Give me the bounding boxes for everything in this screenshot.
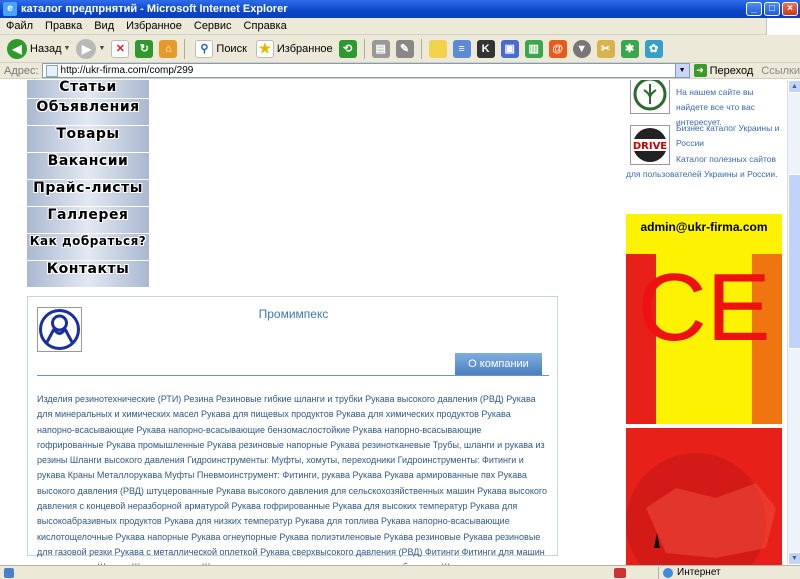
k-icon[interactable]: K: [476, 39, 495, 58]
banner-map-shapes: [626, 453, 776, 565]
wheat-emblem-icon: [633, 80, 667, 111]
nav-item-articles[interactable]: Статьи: [27, 80, 149, 98]
standard-toolbar: ◀ Назад ▼ ▶ ▼ ✕ ↻ ⌂ ⚲ Поиск ★ Избранное …: [0, 35, 800, 63]
address-bar: Адрес: http://ukr-firma.com/comp/299 ▼ ➜…: [0, 63, 800, 79]
ie-app-icon: e: [3, 2, 17, 16]
search-icon: ⚲: [195, 39, 214, 58]
scroll-thumb[interactable]: [788, 174, 800, 349]
back-arrow-icon: ◀: [7, 38, 27, 59]
vertical-scrollbar[interactable]: ▲ ▼: [787, 80, 800, 565]
company-description: Изделия резинотехнические (РТИ) Резина Р…: [37, 394, 547, 565]
security-zone: Интернет: [658, 566, 800, 579]
company-logo: [37, 307, 82, 352]
address-url[interactable]: http://ukr-firma.com/comp/299: [61, 65, 675, 76]
favorites-label: Избранное: [276, 42, 333, 55]
menu-item-edit[interactable]: Правка: [39, 20, 88, 32]
nav-item-directions[interactable]: Как добраться?: [27, 234, 149, 260]
forward-dropdown-icon[interactable]: ▼: [98, 45, 105, 52]
home-icon[interactable]: ⌂: [159, 39, 178, 58]
toolbar-separator: [184, 38, 186, 59]
favorites-star-icon: ★: [255, 39, 274, 58]
menu-item-tools[interactable]: Сервис: [188, 20, 238, 32]
site-nav: Статьи Объявления Товары Вакансии Прайс-…: [27, 80, 149, 288]
window-icon[interactable]: ▣: [500, 39, 519, 58]
go-label: Переход: [709, 64, 754, 77]
close-button[interactable]: ×: [782, 2, 798, 16]
scroll-up-icon[interactable]: ▲: [788, 80, 800, 93]
nav-item-price-lists[interactable]: Прайс-листы: [27, 180, 149, 206]
banner-ce-text: CE: [637, 254, 771, 361]
promo-link-business-catalog[interactable]: Бизнес каталог Украины и России: [676, 121, 782, 151]
nav-item-vacancies[interactable]: Вакансии: [27, 153, 149, 179]
menu-bar: Файл Правка Вид Избранное Сервис Справка: [0, 17, 800, 35]
ad-banner-red[interactable]: [626, 428, 782, 565]
page-icon: [45, 64, 58, 77]
forward-button[interactable]: ▶ ▼: [73, 37, 108, 61]
address-field[interactable]: http://ukr-firma.com/comp/299 ▼: [41, 63, 690, 78]
refresh-icon[interactable]: ↻: [135, 39, 154, 58]
plugin-icon[interactable]: ✱: [620, 39, 639, 58]
chat-icon[interactable]: ✿: [644, 39, 663, 58]
edit-icon[interactable]: ✎: [395, 39, 414, 58]
go-arrow-icon: ➜: [693, 64, 707, 77]
company-name[interactable]: Промимпекс: [28, 307, 559, 321]
back-label: Назад: [30, 42, 62, 55]
zone-label: Интернет: [677, 567, 721, 578]
back-button[interactable]: ◀ Назад ▼: [4, 37, 73, 61]
page-status-icon: [4, 567, 14, 578]
windows-logo-icon: [766, 17, 800, 35]
popup-blocked-icon[interactable]: [614, 567, 626, 578]
mail-at-icon[interactable]: @: [548, 39, 567, 58]
search-button[interactable]: ⚲ Поиск: [189, 37, 249, 61]
nav-item-ads[interactable]: Объявления: [27, 99, 149, 125]
nav-item-gallery[interactable]: Галлерея: [27, 207, 149, 233]
menu-item-favorites[interactable]: Избранное: [120, 20, 188, 32]
page-viewport: Статьи Объявления Товары Вакансии Прайс-…: [0, 80, 787, 565]
menu-item-file[interactable]: Файл: [0, 20, 39, 32]
status-bar: Интернет: [0, 565, 800, 579]
company-logo-icon: [39, 309, 80, 350]
menu-item-help[interactable]: Справка: [238, 20, 293, 32]
print-icon[interactable]: ▤: [371, 39, 390, 58]
nav-item-goods[interactable]: Товары: [27, 126, 149, 152]
toolbar-separator: [363, 38, 365, 59]
stop-icon[interactable]: ✕: [111, 39, 130, 58]
internet-globe-icon: [663, 567, 673, 578]
menu-item-view[interactable]: Вид: [88, 20, 120, 32]
shield-icon[interactable]: ▼: [572, 39, 591, 58]
ad-banner-admin[interactable]: admin@ukr-firma.com CE: [626, 214, 782, 424]
catalog-logo[interactable]: [630, 80, 670, 114]
minimize-button[interactable]: _: [746, 2, 762, 16]
window-controls: _ □ ×: [746, 2, 798, 16]
favorites-button[interactable]: ★ Избранное: [250, 37, 336, 61]
tools-icon[interactable]: ✂: [596, 39, 615, 58]
back-dropdown-icon[interactable]: ▼: [64, 45, 71, 52]
history-icon[interactable]: ⟲: [338, 39, 357, 58]
card-divider: [37, 375, 549, 376]
address-dropdown-icon[interactable]: ▼: [674, 64, 689, 77]
links-button[interactable]: Ссылки: [761, 65, 800, 77]
messenger-icon[interactable]: ≡: [452, 39, 471, 58]
tab-about-company[interactable]: О компании: [455, 353, 542, 375]
promo-text-3: Каталог полезных сайтов для пользователе…: [626, 154, 778, 179]
go-button[interactable]: ➜ Переход: [693, 64, 754, 77]
window-title-bar[interactable]: e каталог предпрнятий - Microsoft Intern…: [0, 0, 800, 18]
books-icon[interactable]: ▥: [524, 39, 543, 58]
window-title: каталог предпрнятий - Microsoft Internet…: [21, 3, 288, 15]
nav-item-contacts[interactable]: Контакты: [27, 261, 149, 287]
notes-icon[interactable]: [428, 39, 447, 58]
toolbar-separator: [420, 38, 422, 59]
address-label: Адрес:: [4, 64, 39, 77]
scroll-down-icon[interactable]: ▼: [788, 552, 800, 565]
drive-logo-text: DRIVE: [633, 141, 667, 152]
search-label: Поиск: [216, 42, 247, 55]
company-card: Промимпекс О компании Изделия резинотехн…: [27, 296, 559, 565]
maximize-button[interactable]: □: [764, 2, 780, 16]
forward-arrow-icon: ▶: [76, 38, 97, 59]
banner-email: admin@ukr-firma.com: [640, 220, 768, 234]
